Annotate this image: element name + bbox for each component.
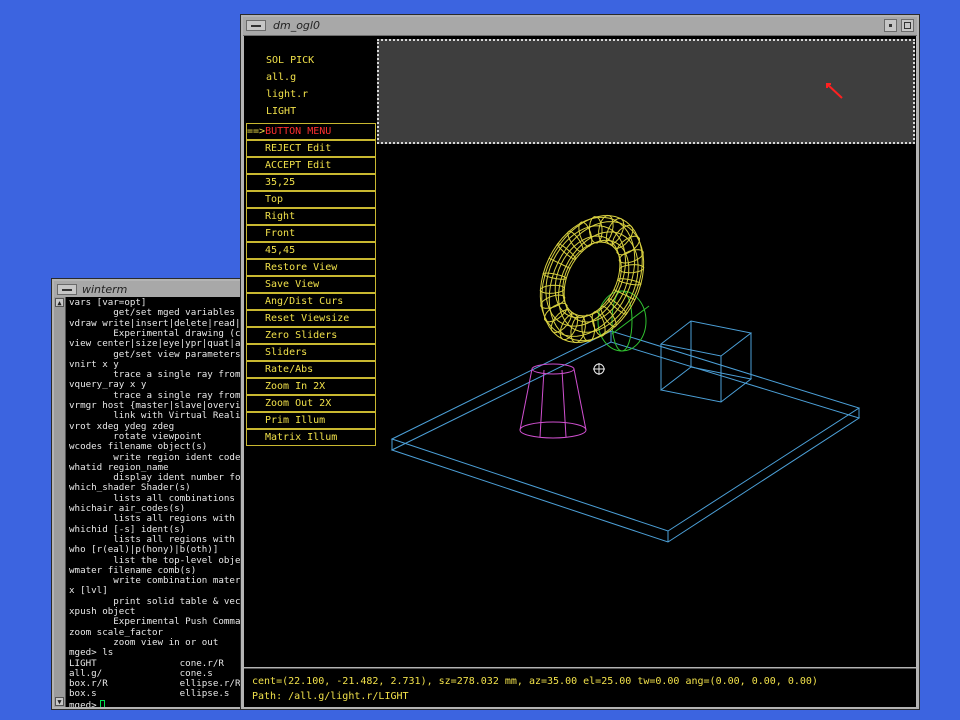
- terminal-line: vquery_ray x y: [69, 379, 147, 391]
- model-view[interactable]: [244, 36, 916, 667]
- dm-ogl0-window[interactable]: dm_ogl0 SOL PICK all.g light.r LIGHT ==>…: [240, 14, 920, 710]
- terminal-line: view center|size|eye|ypr|quat|ae: [69, 338, 246, 350]
- text-cursor: [99, 699, 105, 707]
- terminal-line: get/set mged variables: [69, 307, 235, 319]
- terminal-line: which_shader Shader(s): [69, 482, 191, 494]
- torus-wire: [619, 264, 645, 274]
- torus-wire: [556, 243, 577, 260]
- terminal-line: who [r(eal)|p(hony)|b(oth)]: [69, 544, 219, 556]
- terminal-line: lists all regions with: [69, 513, 241, 525]
- winterm-title: winterm: [82, 283, 128, 296]
- torus-wire: [539, 284, 565, 294]
- maximize-icon: [904, 22, 911, 29]
- status-bar: cent=(22.100, -21.482, 2.731), sz=278.03…: [244, 668, 916, 707]
- window-menu-button[interactable]: [57, 284, 77, 295]
- scroll-down-arrow-icon[interactable]: ▼: [55, 697, 64, 706]
- scroll-up-arrow-icon[interactable]: ▲: [55, 298, 64, 307]
- minimize-icon: [889, 24, 892, 27]
- terminal-line: Experimental Push Comman: [69, 616, 246, 628]
- cone-solid[interactable]: [519, 363, 587, 439]
- status-line-view: cent=(22.100, -21.482, 2.731), sz=278.03…: [252, 676, 818, 687]
- prompt-text: mged>: [69, 699, 97, 707]
- terminal-line: LIGHT cone.r/R: [69, 657, 224, 669]
- terminal-line: wcodes filename object(s): [69, 441, 208, 453]
- terminal-line: list the top-level obje: [69, 554, 241, 566]
- window-menu-button[interactable]: [246, 20, 266, 31]
- torus-solid[interactable]: [539, 214, 645, 344]
- command-prompt[interactable]: mged>: [69, 699, 105, 707]
- box-solid[interactable]: [390, 330, 861, 543]
- torus-wire: [607, 298, 628, 315]
- winterm-scrollbar[interactable]: ▲ ▼: [54, 297, 66, 707]
- winterm-window[interactable]: winterm ▲ ▼ vars [var=opt] get/set mged …: [51, 278, 249, 710]
- terminal-output[interactable]: vars [var=opt] get/set mged variables vdr…: [66, 297, 246, 707]
- terminal-line: get/set view parameters: [69, 348, 241, 360]
- graphics-canvas[interactable]: SOL PICK all.g light.r LIGHT ==>BUTTON M…: [244, 36, 916, 667]
- dm-title: dm_ogl0: [273, 19, 320, 32]
- terminal-line: mged> ls: [69, 647, 114, 659]
- minimize-button[interactable]: [884, 19, 897, 32]
- terminal-line: box.s ellipse.s: [69, 688, 230, 700]
- center-marker-icon: [593, 363, 605, 375]
- pointer-cursor-icon: [826, 83, 843, 99]
- maximize-button[interactable]: [901, 19, 914, 32]
- status-line-path: Path: /all.g/light.r/LIGHT: [252, 691, 409, 702]
- dm-titlebar[interactable]: dm_ogl0: [243, 17, 917, 36]
- terminal-line: link with Virtual Reali: [69, 410, 241, 422]
- terminal-line: x [lvl]: [69, 585, 108, 597]
- terminal-line: write region ident codes: [69, 451, 246, 463]
